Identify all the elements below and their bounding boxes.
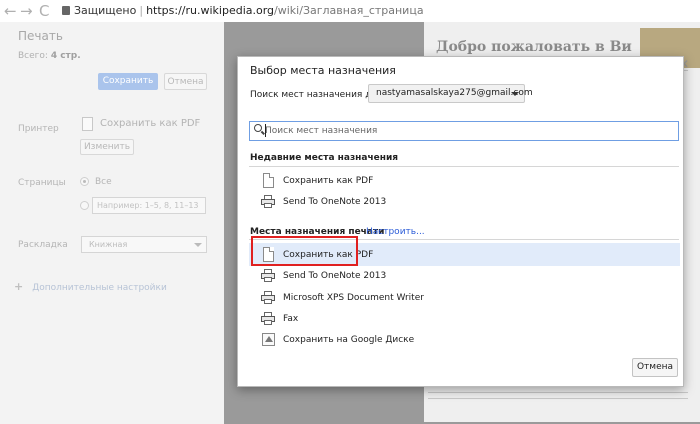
cancel-print-button[interactable]: Отмена xyxy=(164,73,207,90)
recent-destinations-title: Недавние места назначения xyxy=(250,153,399,163)
print-title: Печать xyxy=(18,29,63,43)
printer-icon xyxy=(261,269,275,282)
section-divider xyxy=(249,166,679,167)
address-bar[interactable]: Защищено | https://ru.wikipedia.org/wiki/З… xyxy=(62,4,424,17)
account-select[interactable]: nastyamasalskaya275@gmail.com xyxy=(368,84,533,103)
chevron-down-icon xyxy=(194,243,202,247)
destination-item-xps[interactable]: Microsoft XPS Document Writer xyxy=(283,293,424,303)
search-input[interactable] xyxy=(265,124,665,138)
search-icon xyxy=(254,124,262,132)
more-settings-link[interactable]: + Дополнительные настройки xyxy=(14,280,167,293)
dialog-title: Выбор места назначения xyxy=(250,64,396,77)
google-drive-icon xyxy=(262,333,275,346)
back-arrow-icon[interactable]: ← xyxy=(4,2,17,20)
preview-rule xyxy=(428,392,688,393)
lock-icon xyxy=(62,6,70,15)
recent-destination-item[interactable]: Send To OneNote 2013 xyxy=(283,197,386,207)
forward-arrow-icon[interactable]: → xyxy=(20,2,33,20)
configure-link[interactable]: Настроить... xyxy=(366,227,425,237)
destination-item-google-drive[interactable]: Сохранить на Google Диске xyxy=(283,335,414,345)
pdf-document-icon xyxy=(263,173,274,188)
url-host: https://ru.wikipedia.org xyxy=(146,4,275,17)
printer-icon xyxy=(261,291,275,304)
total-pages: Всего: 4 стр. xyxy=(18,51,81,61)
printer-icon xyxy=(261,312,275,325)
change-printer-button[interactable]: Изменить xyxy=(80,139,134,155)
pages-label: Страницы xyxy=(18,178,66,188)
dialog-cancel-button[interactable]: Отмена xyxy=(632,358,678,377)
preview-rule xyxy=(428,398,688,399)
pages-all-radio[interactable] xyxy=(80,177,89,186)
chevron-down-icon xyxy=(511,92,519,96)
plus-icon: + xyxy=(14,280,24,293)
secure-label: Защищено xyxy=(74,4,137,17)
printer-value: Сохранить как PDF xyxy=(100,118,201,129)
printer-label: Принтер xyxy=(18,124,59,134)
pages-range-input[interactable]: Например: 1–5, 8, 11–13 xyxy=(92,197,206,214)
pages-all-label: Все xyxy=(95,177,112,187)
destination-item-fax[interactable]: Fax xyxy=(283,314,298,324)
save-button[interactable]: Сохранить xyxy=(98,73,158,90)
preview-heading: Добро пожаловать в Ви xyxy=(436,39,632,55)
printer-icon xyxy=(261,195,275,208)
annotation-highlight-box xyxy=(251,236,358,266)
pdf-document-icon xyxy=(82,117,93,131)
destination-item-onenote[interactable]: Send To OneNote 2013 xyxy=(283,271,386,281)
reload-icon[interactable]: C xyxy=(39,2,49,20)
url-path: /wiki/Заглавная_страница xyxy=(274,4,424,17)
pages-custom-radio[interactable] xyxy=(80,201,89,210)
layout-select[interactable]: Книжная xyxy=(81,236,207,253)
recent-destination-item[interactable]: Сохранить как PDF xyxy=(283,176,373,186)
text-caret xyxy=(265,124,266,137)
layout-label: Раскладка xyxy=(18,240,68,250)
search-destinations-label: Поиск мест назначения для xyxy=(250,90,383,100)
